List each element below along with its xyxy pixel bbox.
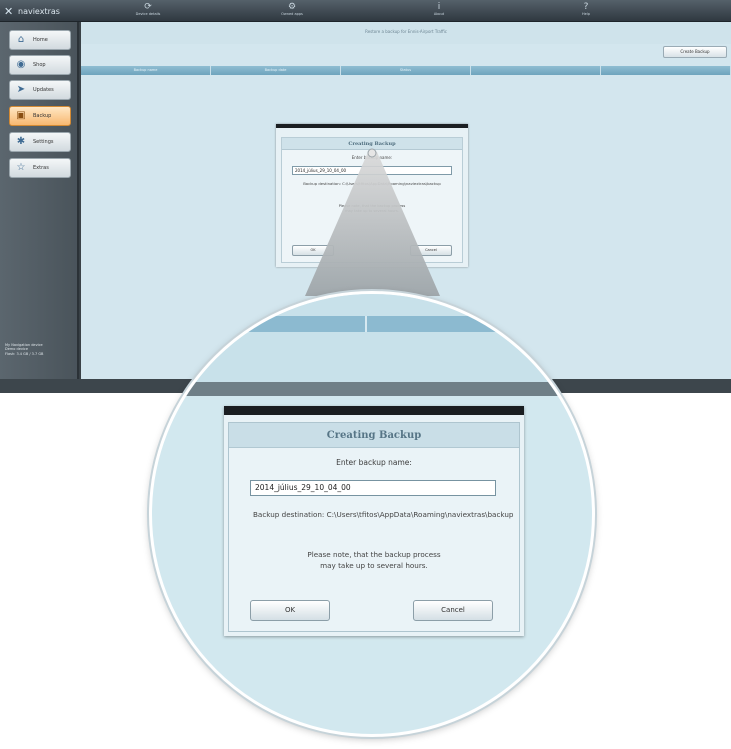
help-icon: ? (583, 2, 589, 12)
backup-destination: Backup destination: C:\Users\tfitos\AppD… (303, 181, 441, 186)
ok-button[interactable]: OK (292, 245, 334, 256)
backup-name-field[interactable]: 2014_július_29_10_04_00 (250, 480, 496, 496)
nav-help[interactable]: ? Help (556, 2, 616, 17)
sidebar-item-shop[interactable]: ◉ Shop (9, 55, 71, 75)
nav-device-details[interactable]: ⟳ Device details (118, 2, 178, 17)
star-icon: ☆ (16, 162, 26, 173)
home-icon: ⌂ (17, 34, 25, 45)
column-header[interactable]: Backup date (211, 66, 341, 75)
sidebar-item-home[interactable]: ⌂ Home (9, 30, 71, 50)
creating-backup-dialog: Creating Backup Enter backup name: 2014_… (224, 406, 524, 636)
logo-text: naviextras (18, 6, 60, 16)
column-header[interactable]: Backup name (81, 66, 211, 75)
creating-backup-dialog-small: Creating Backup Enter backup name: 2014_… (276, 124, 468, 267)
page-subtitle: Restore a backup for Ennis-Airport Traff… (81, 22, 731, 44)
ok-button[interactable]: OK (250, 600, 330, 621)
device-info: My Navigation device Demo device Flash: … (5, 342, 44, 356)
dialog-prompt: Enter backup name: (336, 458, 412, 467)
shop-icon: ◉ (16, 59, 26, 70)
backup-note: Please note, that the backup process may… (307, 550, 441, 570)
sidebar-item-settings[interactable]: ✱ Settings (9, 132, 71, 152)
backup-note: Please note, that the backup process may… (338, 204, 406, 213)
top-bar: ✕ naviextras ⟳ Device details ⚙ Owned ap… (0, 0, 731, 22)
settings-icon: ✱ (16, 136, 26, 147)
dialog-title: Creating Backup (229, 423, 519, 448)
dialog-title: Creating Backup (282, 138, 462, 150)
cancel-button[interactable]: Cancel (413, 600, 493, 621)
info-icon: i (437, 2, 441, 12)
sidebar-item-extras[interactable]: ☆ Extras (9, 158, 71, 178)
table-header: Backup name Backup date Status (81, 66, 731, 75)
cancel-button[interactable]: Cancel (410, 245, 452, 256)
column-header[interactable] (601, 66, 731, 75)
sidebar-item-updates[interactable]: ➤ Updates (9, 80, 71, 100)
sidebar-item-backup[interactable]: ▣ Backup (9, 106, 71, 126)
app-logo: ✕ naviextras (4, 4, 60, 18)
backup-name-field[interactable]: 2014_július_29_10_04_00 (292, 166, 452, 175)
logo-icon: ✕ (4, 4, 14, 18)
nav-about[interactable]: i About (409, 2, 469, 17)
sidebar: ⌂ Home ◉ Shop ➤ Updates ▣ Backup ✱ Setti… (0, 22, 79, 382)
updates-icon: ➤ (16, 84, 26, 95)
column-header[interactable] (471, 66, 601, 75)
backup-icon: ▣ (16, 110, 26, 121)
create-backup-button[interactable]: Create Backup (663, 46, 727, 58)
device-icon: ⟳ (144, 2, 152, 12)
backup-destination: Backup destination: C:\Users\tfitos\AppD… (253, 510, 514, 519)
nav-owned-apps[interactable]: ⚙ Owned apps (262, 2, 322, 17)
dialog-prompt: Enter backup name: (351, 155, 393, 160)
apps-icon: ⚙ (287, 2, 297, 12)
column-header[interactable]: Status (341, 66, 471, 75)
